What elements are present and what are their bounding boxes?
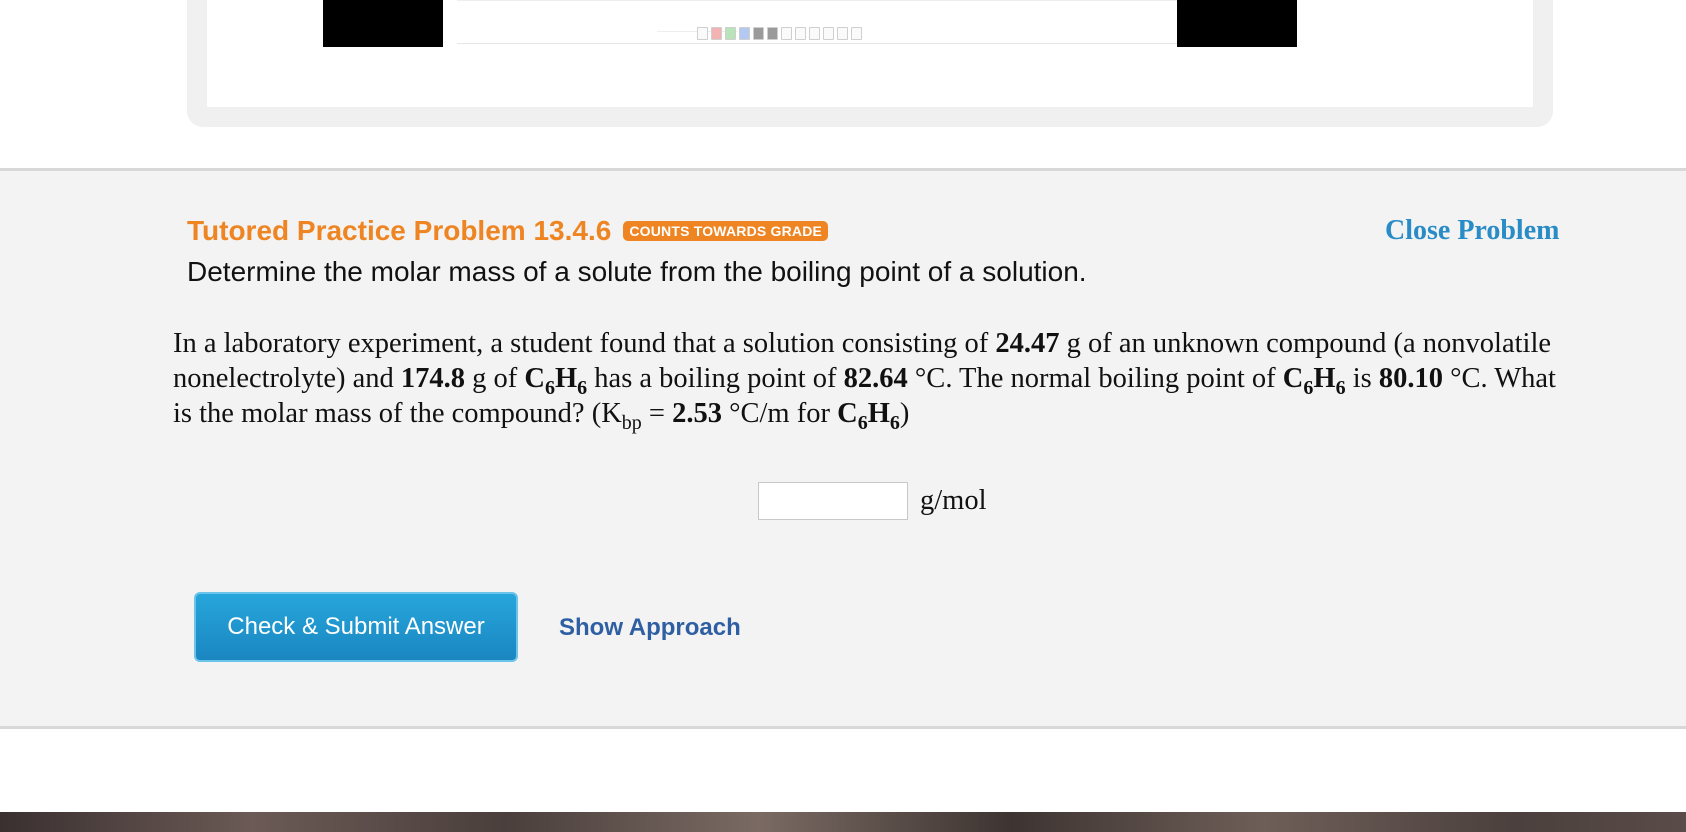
eraser-icon[interactable] — [795, 27, 806, 40]
problem-header: Tutored Practice Problem 13.4.6 COUNTS T… — [187, 215, 829, 247]
gray-marker-icon[interactable] — [753, 27, 764, 40]
statement-text: = — [641, 398, 673, 429]
tool-icon[interactable] — [697, 27, 708, 40]
problem-statement: In a laboratory experiment, a student fo… — [173, 326, 1573, 434]
statement-text: has a boiling point of — [587, 363, 844, 394]
normal-boiling-point: 80.10 — [1378, 363, 1443, 394]
statement-text: g of — [465, 363, 525, 394]
close-problem-link[interactable]: Close Problem — [1385, 215, 1559, 247]
problem-subtitle: Determine the molar mass of a solute fro… — [187, 256, 1087, 287]
problem-title: Tutored Practice Problem 13.4.6 — [187, 215, 612, 246]
statement-text: °C. The normal boiling point of — [907, 363, 1283, 394]
next-icon[interactable] — [851, 27, 862, 40]
problem-panel: Tutored Practice Problem 13.4.6 COUNTS T… — [0, 168, 1686, 729]
undo-icon[interactable] — [781, 27, 792, 40]
embedded-frame-content — [207, 0, 1533, 107]
prev-icon[interactable] — [837, 27, 848, 40]
red-marker-icon[interactable] — [711, 27, 722, 40]
download-icon[interactable] — [823, 27, 834, 40]
statement-text: In a laboratory experiment, a student fo… — [173, 328, 996, 359]
solvent-formula: C6H6 — [524, 363, 588, 399]
statement-text: is — [1345, 363, 1379, 394]
molar-mass-input[interactable] — [758, 482, 908, 520]
toolbar-icons — [697, 27, 862, 40]
solution-boiling-point: 82.64 — [843, 363, 908, 394]
background-image-strip — [0, 812, 1686, 832]
drawing-toolbar — [457, 0, 1177, 44]
embedded-frame — [187, 0, 1553, 127]
blue-marker-icon[interactable] — [739, 27, 750, 40]
kbp-value: 2.53 — [672, 398, 722, 429]
solvent-mass: 174.8 — [400, 363, 466, 394]
black-marker-icon[interactable] — [767, 27, 778, 40]
more-icon[interactable] — [809, 27, 820, 40]
redacted-block-right — [1177, 0, 1297, 47]
solvent-formula: C6H6 — [837, 398, 900, 434]
show-approach-link[interactable]: Show Approach — [559, 614, 741, 642]
statement-text: ) — [899, 398, 910, 429]
solvent-formula: C6H6 — [1282, 363, 1346, 399]
answer-unit: g/mol — [920, 485, 987, 516]
redacted-block-left — [323, 0, 443, 47]
check-submit-button[interactable]: Check & Submit Answer — [194, 592, 518, 662]
grade-badge: COUNTS TOWARDS GRADE — [623, 221, 829, 241]
answer-row: g/mol — [758, 482, 987, 520]
kbp-subscript: bp — [621, 412, 642, 434]
green-marker-icon[interactable] — [725, 27, 736, 40]
solute-mass: 24.47 — [995, 328, 1060, 359]
statement-text: °C/m for — [721, 398, 838, 429]
